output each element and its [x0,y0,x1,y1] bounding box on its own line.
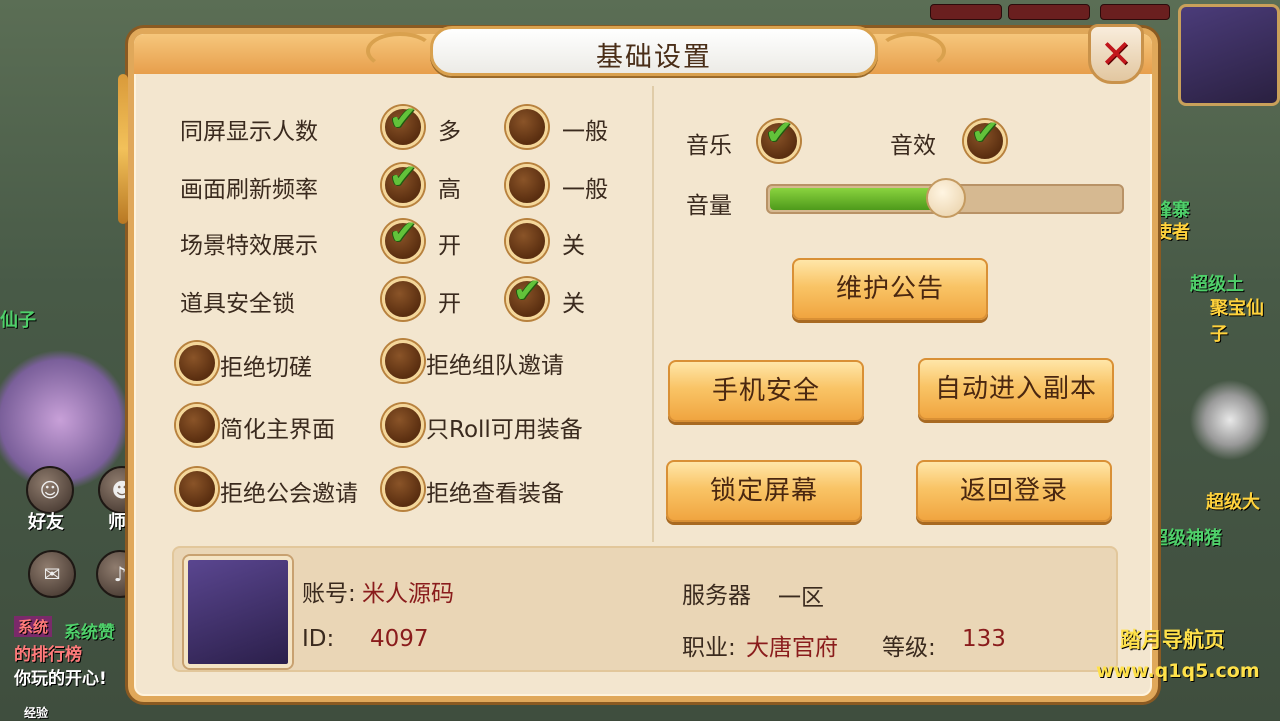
toggle-checkbox[interactable] [382,404,424,446]
toggle-checkbox[interactable] [176,468,218,510]
setting-label: 画面刷新频率 [180,177,318,203]
sfx-checkbox[interactable]: ✔ [964,113,1006,162]
dialog-title: 基础设置 [596,42,712,73]
volume-slider[interactable] [766,178,1124,218]
chat-icon[interactable]: ✉ [28,550,76,598]
id-label: ID: [302,626,335,652]
volume-fill [770,188,942,210]
option-label: 开 [438,233,461,259]
option-a-radio[interactable]: ✔ [382,99,424,148]
option-label: 一般 [562,177,608,203]
avatar [184,556,292,668]
bg-npc-name: 使者 [1154,222,1190,243]
option-a-radio[interactable]: ✔ [382,157,424,206]
server-value: 一区 [778,585,824,611]
account-info-panel: 账号: 米人源码 ID: 4097 服务器 一区 职业: 大唐官府 等级: 13… [172,546,1118,672]
bg-npc-name: 聚宝仙子 [1210,298,1264,345]
exp-label: 经验 [24,706,49,720]
option-a-radio[interactable] [382,278,424,320]
toggle-label: 拒绝组队邀请 [426,353,564,379]
volume-label: 音量 [686,193,732,219]
setting-label: 同屏显示人数 [180,119,318,145]
toggle-checkbox[interactable] [382,340,424,382]
toggle-checkbox[interactable] [176,404,218,446]
panel-divider [652,86,654,542]
option-label: 多 [438,119,461,145]
setting-label: 道具安全锁 [180,291,295,317]
lock-screen-button[interactable]: 锁定屏幕 [666,460,862,522]
close-button[interactable]: ✕ [1088,24,1144,84]
auto-dungeon-button[interactable]: 自动进入副本 [918,358,1114,420]
account-value: 米人源码 [362,581,454,607]
toggle-label: 拒绝查看装备 [426,481,564,507]
status-bar [1100,4,1170,20]
tassel-ornament [118,74,128,224]
option-b-radio[interactable] [506,164,548,206]
player-portrait-top[interactable] [1178,4,1280,106]
toggle-label: 拒绝公会邀请 [220,481,358,507]
account-label: 账号: [302,581,356,607]
watermark-url: www.q1q5.com [1096,660,1260,682]
maintenance-notice-button[interactable]: 维护公告 [792,258,988,320]
option-label: 一般 [562,119,608,145]
status-bar [1008,4,1090,20]
option-label: 开 [438,291,461,317]
bg-npc-name: 仙子 [0,310,36,331]
bg-npc-name: 超级神猪 [1150,528,1222,549]
swirl-ornament [366,32,434,70]
job-label: 职业: [682,635,736,661]
watermark-title: 踏月导航页 [1120,628,1225,652]
option-label: 关 [562,291,585,317]
volume-slider-handle[interactable] [926,178,966,218]
option-a-radio[interactable]: ✔ [382,213,424,262]
level-label: 等级: [882,635,936,661]
bg-npc-name: 超级土 [1190,274,1244,295]
toggle-checkbox[interactable] [176,342,218,384]
check-icon: ✔ [971,113,1000,153]
option-b-radio[interactable]: ✔ [506,271,548,320]
music-label: 音乐 [686,133,732,159]
check-icon: ✔ [389,213,418,253]
option-label: 高 [438,177,461,203]
setting-label: 场景特效展示 [180,233,318,259]
close-icon: ✕ [1100,32,1132,76]
toggle-label: 简化主界面 [220,417,335,443]
check-icon: ✔ [765,113,794,153]
chat-channel-badge: 系统 [14,616,53,637]
title-plate: 基础设置 [430,26,878,76]
id-value: 4097 [370,626,429,652]
swirl-ornament [878,32,946,70]
phone-security-button[interactable]: 手机安全 [668,360,864,422]
toggle-label: 拒绝切磋 [220,355,312,381]
toggle-label: 只Roll可用装备 [426,417,583,443]
toggle-checkbox[interactable] [382,468,424,510]
option-b-radio[interactable] [506,106,548,148]
friends-label: 好友 [28,512,64,533]
level-value: 133 [962,626,1006,652]
settings-dialog: 基础设置 ✕ 同屏显示人数 ✔ 多一般 画面刷新频率 ✔ 高一般 场景特效展示 ✔ 开关道具安全… [118,24,1158,702]
bg-npc-name: 超级大 [1206,492,1260,513]
check-icon: ✔ [513,271,542,311]
music-checkbox[interactable]: ✔ [758,113,800,162]
option-label: 关 [562,233,585,259]
status-bar [930,4,1002,20]
job-value: 大唐官府 [746,635,838,661]
chat-message: 你玩的开心! [14,669,107,689]
sfx-label: 音效 [890,133,936,159]
check-icon: ✔ [389,157,418,197]
option-b-radio[interactable] [506,220,548,262]
chat-message: 的排行榜 [14,645,82,665]
server-label: 服务器 [682,583,751,609]
friends-icon[interactable]: ☺ [26,466,74,514]
back-to-login-button[interactable]: 返回登录 [916,460,1112,522]
check-icon: ✔ [389,99,418,139]
